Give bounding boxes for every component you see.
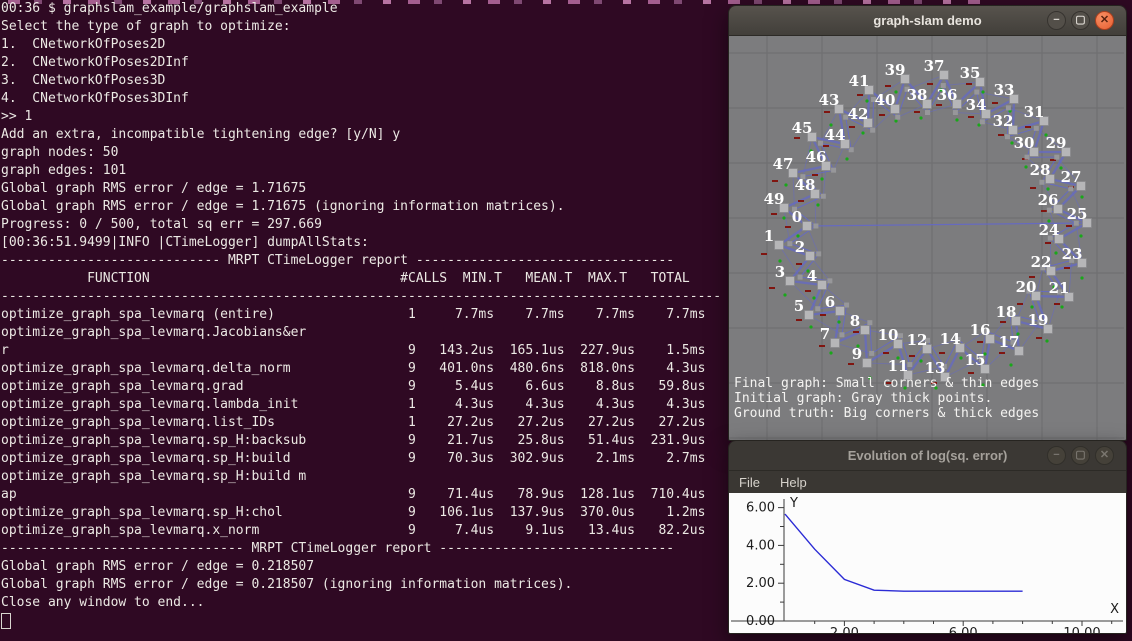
node-label-4: 4	[807, 267, 817, 285]
node-label-43: 43	[819, 91, 840, 109]
node-label-28: 28	[1030, 161, 1051, 179]
node-label-0: 0	[792, 208, 802, 226]
node-label-37: 37	[924, 57, 945, 75]
node-label-10: 10	[878, 326, 899, 344]
node-label-32: 32	[993, 112, 1014, 130]
svg-text:4.00: 4.00	[746, 538, 775, 553]
node-label-45: 45	[792, 119, 813, 137]
node-label-6: 6	[825, 293, 835, 311]
node-label-35: 35	[960, 64, 981, 82]
node-label-41: 41	[849, 72, 870, 90]
node-label-12: 12	[907, 331, 928, 349]
svg-text:0.00: 0.00	[746, 614, 775, 629]
node-label-9: 9	[852, 345, 862, 363]
svg-text:2.00: 2.00	[830, 626, 859, 633]
svg-text:6.00: 6.00	[949, 626, 978, 633]
graph-window-controls: − ▢ ✕	[1047, 11, 1114, 30]
plot-window-titlebar[interactable]: Evolution of log(sq. error) − ▢ ✕	[729, 441, 1126, 471]
menu-file[interactable]: File	[739, 475, 760, 490]
maximize-icon[interactable]: ▢	[1071, 446, 1090, 465]
node-label-5: 5	[794, 297, 804, 315]
node-label-3: 3	[775, 263, 785, 281]
menu-help[interactable]: Help	[780, 475, 807, 490]
node-label-19: 19	[1028, 311, 1049, 329]
y-axis-label: Y	[789, 496, 798, 511]
close-icon[interactable]: ✕	[1095, 446, 1114, 465]
node-label-46: 46	[806, 148, 827, 166]
node-label-40: 40	[875, 91, 896, 109]
node-label-14: 14	[940, 330, 961, 348]
node-label-15: 15	[965, 351, 986, 369]
desktop: { "terminal": { "lines": [ "00:36 $ grap…	[0, 0, 1132, 641]
terminal-cursor	[1, 613, 11, 629]
axes	[731, 499, 1123, 626]
graph-3d-viewport[interactable]: 0123456789101112131415161718192021222324…	[729, 36, 1126, 440]
node-label-2: 2	[795, 238, 805, 256]
x-axis-label: X	[1110, 602, 1119, 617]
node-label-48: 48	[795, 176, 816, 194]
node-label-17: 17	[999, 333, 1020, 351]
node-label-34: 34	[966, 96, 987, 114]
node-label-8: 8	[850, 312, 860, 330]
minimize-icon[interactable]: −	[1047, 446, 1066, 465]
node-label-27: 27	[1061, 168, 1082, 186]
node-label-22: 22	[1031, 253, 1052, 271]
terminal-output[interactable]: 00:36 $ graphslam_example/graphslam_exam…	[1, 0, 721, 612]
node-label-38: 38	[907, 86, 928, 104]
node-label-24: 24	[1039, 221, 1060, 239]
svg-text:2.00: 2.00	[746, 576, 775, 591]
node-label-16: 16	[970, 321, 991, 339]
node-label-25: 25	[1067, 205, 1088, 223]
node-label-23: 23	[1062, 245, 1083, 263]
node-label-7: 7	[820, 325, 830, 343]
node-label-26: 26	[1038, 191, 1059, 209]
node-label-20: 20	[1016, 278, 1037, 296]
plot-window-controls: − ▢ ✕	[1047, 446, 1114, 465]
node-label-49: 49	[764, 190, 785, 208]
plot-canvas: 0.00 2.00 4.00 6.00 2.00 6.00 10.00 Y X	[729, 493, 1126, 633]
error-chart-svg: 0.00 2.00 4.00 6.00 2.00 6.00 10.00 Y X	[729, 493, 1125, 633]
node-label-31: 31	[1024, 103, 1045, 121]
error-curve	[785, 514, 1023, 591]
svg-text:6.00: 6.00	[746, 501, 775, 516]
node-label-29: 29	[1046, 134, 1067, 152]
node-label-11: 11	[888, 357, 909, 375]
tick-labels: 0.00 2.00 4.00 6.00 2.00 6.00 10.00 Y X	[746, 496, 1119, 633]
error-plot-area[interactable]: 0.00 2.00 4.00 6.00 2.00 6.00 10.00 Y X	[729, 493, 1126, 633]
minimize-icon[interactable]: −	[1047, 11, 1066, 30]
node-label-30: 30	[1014, 134, 1035, 152]
plot-menubar: File Help	[729, 471, 1126, 493]
graph-legend-text: Final graph: Small corners & thin edges …	[734, 376, 1039, 421]
close-icon[interactable]: ✕	[1095, 11, 1114, 30]
node-label-36: 36	[937, 86, 958, 104]
node-label-33: 33	[994, 81, 1015, 99]
node-label-47: 47	[773, 155, 794, 173]
node-label-13: 13	[925, 359, 946, 377]
svg-text:10.00: 10.00	[1063, 626, 1100, 633]
node-label-1: 1	[764, 227, 774, 245]
node-label-39: 39	[885, 61, 906, 79]
graph-slam-demo-window: graph-slam demo − ▢ ✕ 012345678910111213…	[728, 5, 1127, 441]
node-label-21: 21	[1049, 279, 1070, 297]
maximize-icon[interactable]: ▢	[1071, 11, 1090, 30]
graph-window-titlebar[interactable]: graph-slam demo − ▢ ✕	[729, 6, 1126, 36]
node-label-44: 44	[825, 126, 846, 144]
error-plot-window: Evolution of log(sq. error) − ▢ ✕ File H…	[728, 440, 1127, 634]
node-label-42: 42	[848, 105, 869, 123]
node-label-18: 18	[996, 303, 1017, 321]
